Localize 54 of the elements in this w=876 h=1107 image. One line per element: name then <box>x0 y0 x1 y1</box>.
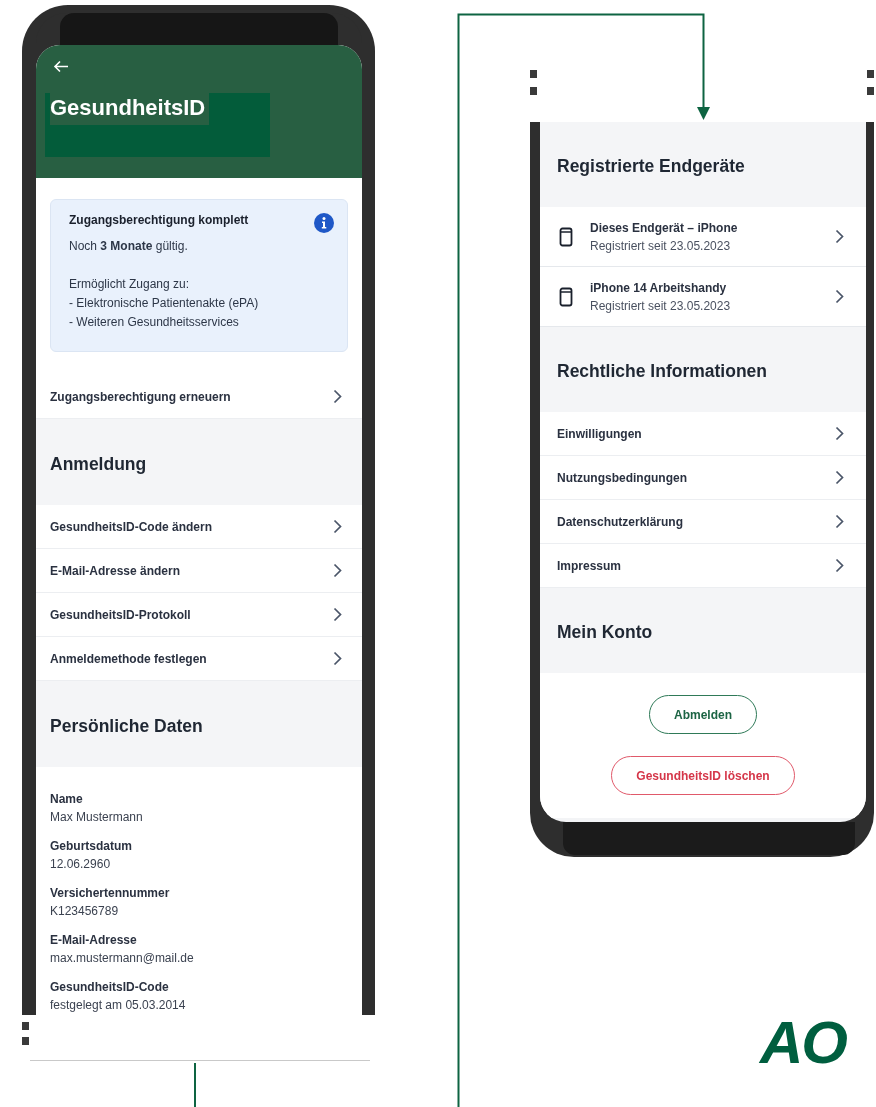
delete-button[interactable]: GesundheitsID löschen <box>611 756 795 795</box>
field-label: E-Mail-Adresse <box>50 932 138 949</box>
field-label: Geburtsdatum <box>50 838 133 855</box>
section-title: Rechtliche Informationen <box>557 361 768 382</box>
section-title: Persönliche Daten <box>50 715 203 737</box>
phone-icon <box>559 286 573 307</box>
field-label: Name <box>50 791 84 808</box>
logout-button[interactable]: Abmelden <box>649 695 757 734</box>
section-title: Mein Konto <box>557 622 653 643</box>
menu-item[interactable]: Einwilligungen <box>540 412 866 456</box>
field-value: Max Mustermann <box>50 809 144 826</box>
break-mark <box>867 70 874 78</box>
menu-item[interactable]: Impressum <box>540 544 866 588</box>
chevron-right-icon <box>835 426 844 441</box>
chevron-right-icon <box>333 607 342 622</box>
chevron-right-icon <box>835 470 844 485</box>
break-mark <box>867 87 874 95</box>
card-title: Zugangsberechtigung komplett <box>69 213 249 227</box>
chevron-right-icon <box>835 514 844 529</box>
chevron-right-icon <box>333 389 342 404</box>
chevron-right-icon <box>333 651 342 666</box>
logo: AO <box>760 1008 846 1078</box>
field-value: K123456789 <box>50 903 120 920</box>
break-mark <box>530 70 537 78</box>
validity-text: Noch 3 Monate gültig. <box>69 238 189 255</box>
page-title: GesundheitsID <box>50 93 210 125</box>
device-name: Dieses Endgerät – iPhone <box>590 219 739 237</box>
chevron-right-icon <box>835 558 844 573</box>
device-item[interactable]: iPhone 14 Arbeitshandy Registriert seit 23.05.2023 <box>540 267 866 327</box>
device-registration-date: Registriert seit 23.05.2023 <box>590 237 732 255</box>
access-list-item: - Elektronische Patientenakte (ePA) <box>69 295 260 312</box>
chevron-right-icon <box>333 563 342 578</box>
field-value: max.mustermann@mail.de <box>50 950 195 967</box>
field-value: 12.06.2960 <box>50 856 112 873</box>
access-intro: Ermöglicht Zugang zu: <box>69 276 191 293</box>
info-icon[interactable] <box>314 213 334 233</box>
break-mark <box>530 87 537 95</box>
device-item[interactable]: Dieses Endgerät – iPhone Registriert seit 23.05.2023 <box>540 207 866 267</box>
phone-icon <box>559 226 573 247</box>
connector-line <box>194 1062 196 1107</box>
menu-item[interactable]: Nutzungsbedingungen <box>540 456 866 500</box>
device-name: iPhone 14 Arbeitshandy <box>590 279 728 297</box>
device-registration-date: Registriert seit 23.05.2023 <box>590 297 732 315</box>
chevron-right-icon <box>333 519 342 534</box>
back-arrow-icon[interactable] <box>53 60 69 73</box>
chevron-right-icon <box>835 229 844 244</box>
section-title: Anmeldung <box>50 453 147 475</box>
field-label: Versichertennummer <box>50 885 171 902</box>
section-title: Registrierte Endgeräte <box>557 156 745 177</box>
menu-item[interactable]: Datenschutzerklärung <box>540 500 866 544</box>
field-label: GesundheitsID-Code <box>50 979 170 996</box>
access-list-item: - Weiteren Gesundheitsservices <box>69 314 240 331</box>
field-value: festgelegt am 05.03.2014 <box>50 997 187 1014</box>
chevron-right-icon <box>835 289 844 304</box>
